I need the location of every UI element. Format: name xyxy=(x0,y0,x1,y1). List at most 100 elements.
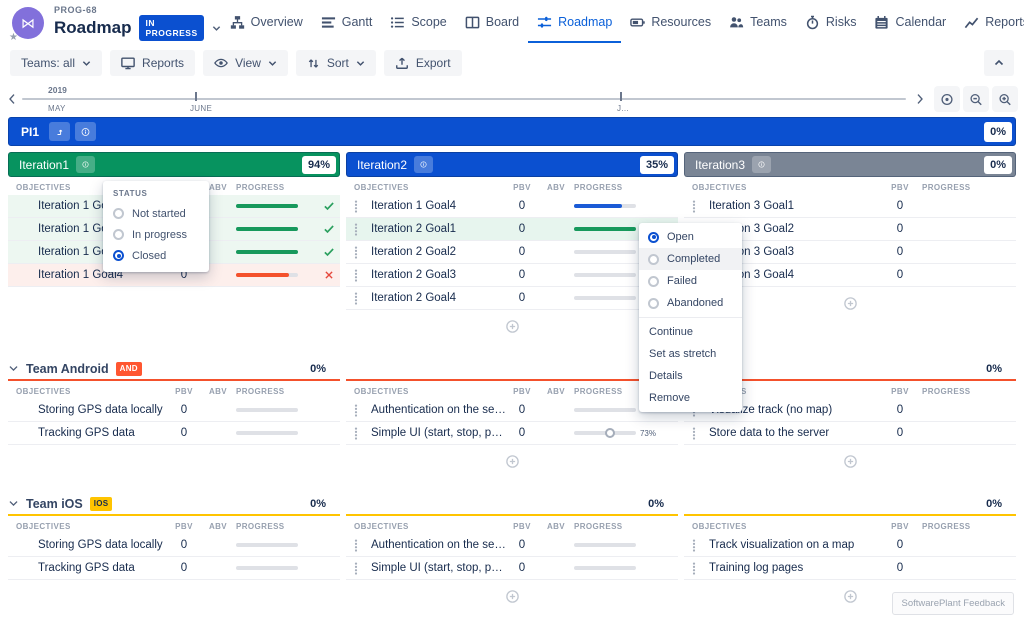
drag-handle-icon[interactable] xyxy=(684,427,698,440)
board-icon xyxy=(465,15,480,30)
nav-resources[interactable]: Resources xyxy=(621,3,720,43)
table-row[interactable]: Iteration 2 Goal4 0 xyxy=(346,287,678,310)
drag-handle-icon[interactable] xyxy=(346,562,360,575)
teams-filter-dropdown[interactable]: Teams: all xyxy=(10,50,102,76)
status-check-icon[interactable] xyxy=(318,200,340,212)
pi-bar[interactable]: PI1 0% xyxy=(8,117,1016,146)
status-option-not-started[interactable]: Not started xyxy=(103,203,209,224)
nav-teams[interactable]: Teams xyxy=(720,3,796,43)
collapse-toolbar-button[interactable] xyxy=(984,50,1014,76)
iteration2-progress-value: 35% xyxy=(640,156,674,174)
table-row[interactable]: Simple UI (start, stop, pause) 0 xyxy=(346,557,678,580)
table-row[interactable]: Tracking GPS data 0 xyxy=(8,557,340,580)
iteration2-header[interactable]: Iteration2 35% xyxy=(346,152,678,177)
info-icon[interactable] xyxy=(752,156,771,173)
pi-jump-icon[interactable] xyxy=(49,122,70,141)
drag-handle-icon[interactable] xyxy=(684,200,698,213)
drag-handle-icon[interactable] xyxy=(684,539,698,552)
chevron-down-icon[interactable] xyxy=(8,363,19,374)
nav-board[interactable]: Board xyxy=(456,3,528,43)
status-chevron-down-icon[interactable] xyxy=(212,24,221,33)
table-row[interactable]: Iteration 3 Goal1 0 xyxy=(684,195,1016,218)
iteration1-header[interactable]: Iteration1 94% xyxy=(8,152,340,177)
reports-button[interactable]: Reports xyxy=(110,50,195,76)
nav-overview[interactable]: Overview xyxy=(221,3,312,43)
zoom-in-button[interactable] xyxy=(992,86,1018,112)
table-row[interactable]: Authentication on the server 0 xyxy=(346,534,678,557)
status-badge[interactable]: IN PROGRESS xyxy=(139,15,203,41)
status-check-icon[interactable] xyxy=(318,223,340,235)
nav-roadmap[interactable]: Roadmap xyxy=(528,3,621,43)
menu-action-remove[interactable]: Remove xyxy=(639,387,742,409)
radio-icon[interactable] xyxy=(113,229,124,240)
pi-info-icon[interactable] xyxy=(75,122,96,141)
table-row[interactable]: Track visualization on a map 0 xyxy=(684,534,1016,557)
iteration3-header[interactable]: Iteration3 0% xyxy=(684,152,1016,177)
team-ios-header[interactable]: Team iOS IOS 0% xyxy=(8,493,340,514)
info-icon[interactable] xyxy=(76,156,95,173)
drag-handle-icon[interactable] xyxy=(346,246,360,259)
menu-action-details[interactable]: Details xyxy=(639,365,742,387)
table-row[interactable]: Training log pages 0 xyxy=(684,557,1016,580)
drag-handle-icon[interactable] xyxy=(346,404,360,417)
view-dropdown[interactable]: View xyxy=(203,50,288,76)
table-row[interactable]: Iteration 1 Goal4 0 xyxy=(346,195,678,218)
drag-handle-icon[interactable] xyxy=(346,427,360,440)
nav-scope[interactable]: Scope xyxy=(381,3,455,43)
add-objective-button[interactable] xyxy=(843,454,858,469)
drag-handle-icon[interactable] xyxy=(684,562,698,575)
radio-selected-icon[interactable] xyxy=(113,250,124,261)
sort-dropdown[interactable]: Sort xyxy=(296,50,376,76)
status-option-in-progress[interactable]: In progress xyxy=(103,224,209,245)
timeline-center-button[interactable] xyxy=(934,86,960,112)
program-avatar[interactable]: ⋈ ★ xyxy=(12,7,44,39)
status-option-closed[interactable]: Closed xyxy=(103,245,209,266)
table-row[interactable]: Iteration 2 Goal2 0 xyxy=(346,241,678,264)
add-objective-button[interactable] xyxy=(505,319,520,334)
drag-handle-icon[interactable] xyxy=(346,539,360,552)
export-button[interactable]: Export xyxy=(384,50,462,76)
zoom-out-button[interactable] xyxy=(963,86,989,112)
table-row[interactable]: Tracking GPS data 0 xyxy=(8,422,340,445)
status-check-icon[interactable] xyxy=(318,246,340,258)
table-row[interactable]: Storing GPS data locally 0 xyxy=(8,534,340,557)
nav-gantt[interactable]: Gantt xyxy=(312,3,382,43)
nav-calendar[interactable]: Calendar xyxy=(865,3,955,43)
table-row[interactable]: Authentication on the server 0 xyxy=(346,399,678,422)
team-android-header[interactable]: Team Android AND 0% xyxy=(8,358,340,379)
nav-risks[interactable]: Risks xyxy=(796,3,866,43)
menu-action-continue[interactable]: Continue xyxy=(639,321,742,343)
drag-handle-icon[interactable] xyxy=(346,292,360,305)
menu-option-failed[interactable]: Failed xyxy=(639,270,742,292)
chevron-down-icon[interactable] xyxy=(8,498,19,509)
table-row[interactable]: Store data to the server 0 xyxy=(684,422,1016,445)
table-header-row: OBJECTIVES PBV ABV PROGRESS xyxy=(8,383,340,399)
add-objective-button[interactable] xyxy=(505,589,520,604)
info-icon[interactable] xyxy=(414,156,433,173)
add-objective-button[interactable] xyxy=(843,296,858,311)
table-row[interactable]: Iteration 2 Goal3 0 xyxy=(346,264,678,287)
drag-handle-icon[interactable] xyxy=(346,269,360,282)
radio-icon[interactable] xyxy=(648,254,659,265)
softwareplant-feedback-button[interactable]: SoftwarePlant Feedback xyxy=(892,592,1014,615)
nav-reports[interactable]: Reports xyxy=(955,3,1024,43)
table-row[interactable]: Storing GPS data locally 0 xyxy=(8,399,340,422)
radio-icon[interactable] xyxy=(113,208,124,219)
radio-icon[interactable] xyxy=(648,298,659,309)
timeline-next-button[interactable] xyxy=(910,88,930,110)
radio-icon[interactable] xyxy=(648,276,659,287)
timeline-prev-button[interactable] xyxy=(2,88,22,110)
table-row[interactable]: Simple UI (start, stop, pause) 0 73% xyxy=(346,422,678,445)
status-failed-icon[interactable] xyxy=(318,270,340,280)
drag-handle-icon[interactable] xyxy=(346,223,360,236)
menu-option-abandoned[interactable]: Abandoned xyxy=(639,292,742,314)
menu-action-set-as-stretch[interactable]: Set as stretch xyxy=(639,343,742,365)
menu-option-open[interactable]: Open xyxy=(639,226,742,248)
slider-handle[interactable] xyxy=(605,428,615,438)
menu-option-completed[interactable]: Completed xyxy=(639,248,742,270)
add-objective-button[interactable] xyxy=(843,589,858,604)
table-row[interactable]: Iteration 2 Goal1 0 xyxy=(346,218,678,241)
add-objective-button[interactable] xyxy=(505,454,520,469)
radio-selected-icon[interactable] xyxy=(648,232,659,243)
drag-handle-icon[interactable] xyxy=(346,200,360,213)
